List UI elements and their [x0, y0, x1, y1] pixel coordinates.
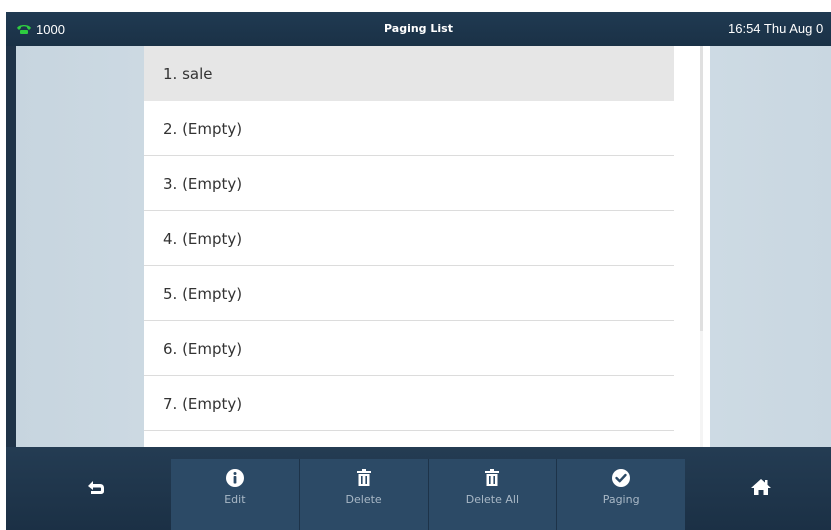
list-item[interactable]: 2. (Empty) [144, 101, 674, 156]
delete-all-softkey[interactable]: Delete All [428, 459, 558, 530]
softkey-label: Paging [602, 493, 640, 506]
main-screen: 1. sale 2. (Empty) 3. (Empty) 4. (Empty)… [16, 46, 831, 447]
scrollbar-thumb[interactable] [700, 46, 703, 331]
list-item[interactable]: 4. (Empty) [144, 211, 674, 266]
list-item-label: 6. (Empty) [163, 339, 243, 358]
page-title: Paging List [384, 22, 453, 35]
delete-softkey[interactable]: Delete [299, 459, 429, 530]
home-icon [750, 478, 772, 500]
list-item[interactable]: 7. (Empty) [144, 376, 674, 431]
trash-icon [356, 467, 372, 489]
datetime-display: 16:54 Thu Aug 0 [728, 21, 824, 36]
back-arrow-icon [85, 478, 107, 500]
softkey-group: Edit Delete Delete All Paging [171, 459, 685, 530]
paging-softkey[interactable]: Paging [557, 459, 685, 530]
list-item-label: 1. sale [163, 64, 213, 83]
list-item-label: 7. (Empty) [163, 394, 243, 413]
list-item[interactable]: 3. (Empty) [144, 156, 674, 211]
list-item-label: 4. (Empty) [163, 229, 243, 248]
list-item-label: 2. (Empty) [163, 119, 243, 138]
softkey-label: Edit [224, 493, 246, 506]
info-icon [225, 467, 245, 489]
back-button[interactable] [21, 447, 171, 530]
status-bar: 1000 Paging List 16:54 Thu Aug 0 [6, 12, 831, 46]
softkey-label: Delete [345, 493, 382, 506]
trash-icon [484, 467, 500, 489]
checkmark-circle-icon [611, 467, 631, 489]
home-button[interactable] [686, 447, 831, 530]
list-item[interactable]: 5. (Empty) [144, 266, 674, 321]
list-item[interactable]: 6. (Empty) [144, 321, 674, 376]
list-item-label: 3. (Empty) [163, 174, 243, 193]
phone-screen: 1000 Paging List 16:54 Thu Aug 0 1. sale… [6, 12, 831, 530]
edit-softkey[interactable]: Edit [171, 459, 300, 530]
list-item[interactable]: 1. sale [144, 46, 674, 101]
paging-list: 1. sale 2. (Empty) 3. (Empty) 4. (Empty)… [144, 46, 710, 447]
softkey-label: Delete All [465, 493, 520, 506]
list-item-label: 5. (Empty) [163, 284, 243, 303]
softkey-bar: Edit Delete Delete All Paging [6, 447, 831, 530]
